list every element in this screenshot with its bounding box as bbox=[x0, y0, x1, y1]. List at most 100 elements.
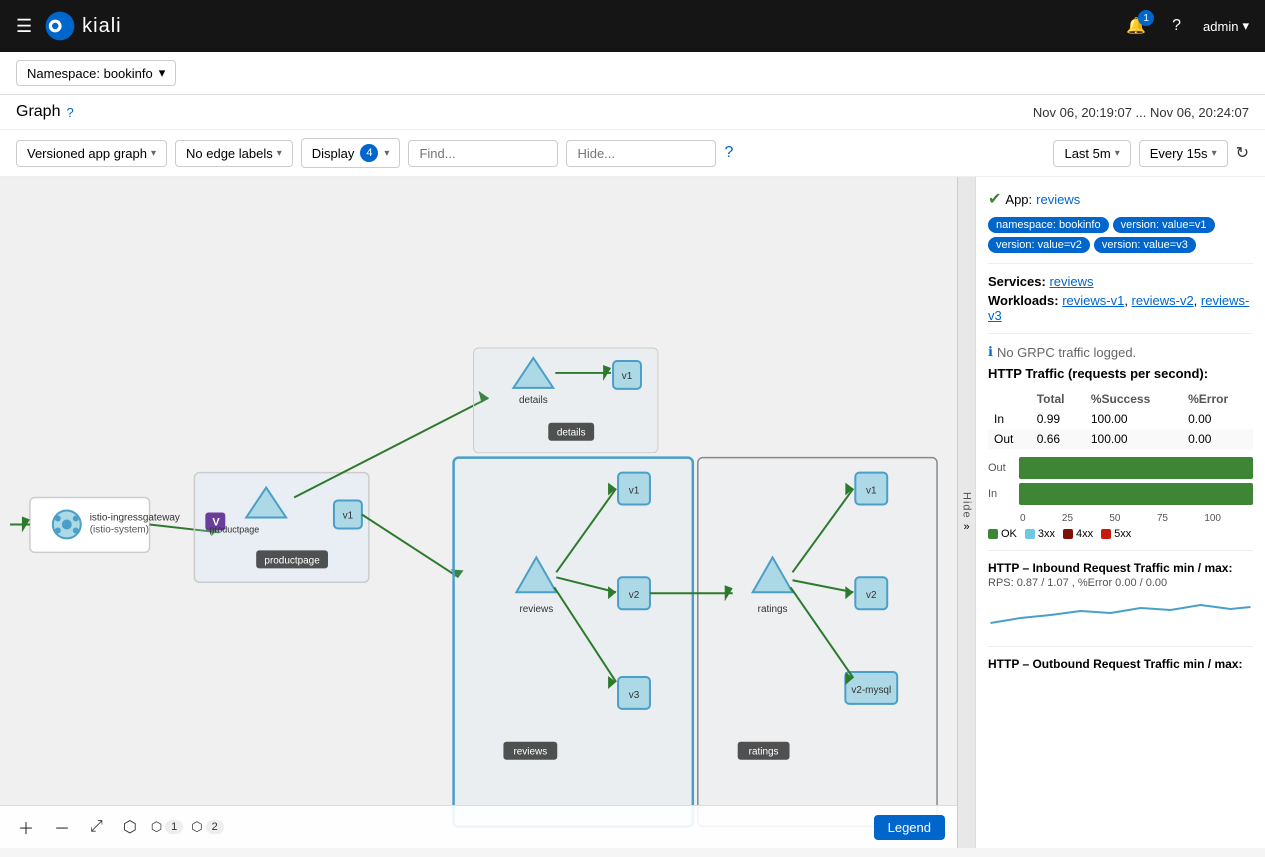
hamburger-menu[interactable]: ☰ bbox=[16, 16, 32, 37]
graph-help-icon[interactable]: ? bbox=[66, 105, 73, 120]
node-reviews-v1[interactable]: v1 bbox=[618, 473, 650, 505]
tag-namespace[interactable]: namespace: bookinfo bbox=[988, 217, 1109, 233]
svg-text:details: details bbox=[519, 395, 548, 406]
time-window-selector[interactable]: Last 5m ▾ bbox=[1053, 140, 1130, 167]
time-range-display: Nov 06, 20:19:07 ... Nov 06, 20:24:07 bbox=[1033, 105, 1249, 120]
node-filter-button[interactable]: ⬡ bbox=[117, 814, 143, 840]
graph-header: Graph ? Nov 06, 20:19:07 ... Nov 06, 20:… bbox=[0, 95, 1265, 130]
legend-ok-dot bbox=[988, 529, 998, 539]
node-details-v1[interactable]: v1 bbox=[613, 361, 641, 389]
svg-text:(istio-system): (istio-system) bbox=[90, 524, 149, 535]
svg-text:v2: v2 bbox=[866, 590, 877, 601]
graph-type-selector[interactable]: Versioned app graph ▾ bbox=[16, 140, 167, 167]
edge-labels-selector[interactable]: No edge labels ▾ bbox=[175, 140, 293, 167]
legend-3xx: 3xx bbox=[1025, 528, 1055, 540]
svg-text:v2: v2 bbox=[629, 590, 640, 601]
workloads-link-v1[interactable]: reviews-v1 bbox=[1062, 293, 1124, 308]
row-total-out: 0.66 bbox=[1031, 429, 1085, 449]
zoom-out-button[interactable]: － bbox=[48, 812, 76, 842]
legend-button[interactable]: Legend bbox=[874, 815, 945, 840]
svg-text:v2-mysql: v2-mysql bbox=[851, 685, 891, 696]
table-row-in: In 0.99 100.00 0.00 bbox=[988, 409, 1253, 429]
notification-badge: 1 bbox=[1138, 10, 1154, 26]
svg-text:ratings: ratings bbox=[749, 747, 779, 758]
svg-text:ratings: ratings bbox=[758, 604, 788, 615]
legend-4xx-label: 4xx bbox=[1076, 528, 1093, 540]
services-label: Services: bbox=[988, 274, 1046, 289]
node-badge-1: 1 bbox=[165, 820, 183, 834]
node-productpage-v1[interactable]: v1 bbox=[334, 501, 362, 529]
col-header-dir bbox=[988, 389, 1031, 409]
find-input[interactable] bbox=[408, 140, 558, 167]
namespace-selector[interactable]: Namespace: bookinfo ▾ bbox=[16, 60, 176, 86]
namespace-caret-icon: ▾ bbox=[159, 65, 166, 81]
chart-legend: OK 3xx 4xx 5xx bbox=[988, 528, 1253, 540]
grpc-info-icon: ℹ bbox=[988, 344, 993, 360]
inbound-sparkline-section: HTTP – Inbound Request Traffic min / max… bbox=[988, 561, 1253, 636]
tag-version-v1[interactable]: version: value=v1 bbox=[1113, 217, 1215, 233]
axis-0: 0 bbox=[1020, 513, 1026, 524]
legend-4xx-dot bbox=[1063, 529, 1073, 539]
axis-50: 50 bbox=[1109, 513, 1120, 524]
graph-title-group: Graph ? bbox=[16, 103, 74, 121]
app-status-header: ✔ App: reviews bbox=[988, 189, 1253, 209]
filter-help-icon[interactable]: ? bbox=[724, 144, 733, 162]
node-reviews-v2[interactable]: v2 bbox=[618, 577, 650, 609]
bar-out-label: Out bbox=[988, 462, 1013, 474]
refresh-caret: ▾ bbox=[1212, 148, 1217, 159]
tag-version-v2[interactable]: version: value=v2 bbox=[988, 237, 1090, 253]
bar-in-label: In bbox=[988, 488, 1013, 500]
legend-ok-label: OK bbox=[1001, 528, 1017, 540]
refresh-interval-label: Every 15s bbox=[1150, 146, 1208, 161]
refresh-button[interactable]: ↻ bbox=[1236, 143, 1249, 163]
legend-4xx: 4xx bbox=[1063, 528, 1093, 540]
kiali-brand-text: kiali bbox=[82, 15, 121, 38]
legend-5xx-label: 5xx bbox=[1114, 528, 1131, 540]
app-name-link[interactable]: reviews bbox=[1036, 192, 1080, 207]
notification-bell[interactable]: 🔔 1 bbox=[1126, 16, 1146, 36]
edge-labels-label: No edge labels bbox=[186, 146, 273, 161]
grpc-note-text: No GRPC traffic logged. bbox=[997, 345, 1136, 360]
refresh-interval-selector[interactable]: Every 15s ▾ bbox=[1139, 140, 1228, 167]
workloads-label: Workloads: bbox=[988, 293, 1059, 308]
row-error-out: 0.00 bbox=[1182, 429, 1253, 449]
display-selector[interactable]: Display 4 ▾ bbox=[301, 138, 401, 168]
row-total-in: 0.99 bbox=[1031, 409, 1085, 429]
node-count-2-button[interactable]: ⬡ 2 bbox=[191, 819, 223, 835]
help-button[interactable]: ? bbox=[1172, 17, 1181, 35]
username-label: admin bbox=[1203, 19, 1238, 34]
graph-bottom-toolbar: ＋ － ⤢ ⬡ ⬡ 1 ⬡ 2 Legend bbox=[0, 805, 957, 848]
row-dir-out: Out bbox=[988, 429, 1031, 449]
bar-out-container bbox=[1019, 457, 1253, 479]
graph-canvas[interactable]: istio-ingressgateway (istio-system) V pr… bbox=[0, 177, 957, 848]
node-ratings-v1[interactable]: v1 bbox=[855, 473, 887, 505]
hide-panel-toggle[interactable]: Hide » bbox=[957, 177, 975, 848]
bar-in-container bbox=[1019, 483, 1253, 505]
workloads-link-v2[interactable]: reviews-v2 bbox=[1132, 293, 1194, 308]
kiali-logo-icon bbox=[44, 10, 76, 42]
status-ok-icon: ✔ bbox=[988, 189, 1001, 209]
svg-text:productpage: productpage bbox=[264, 555, 320, 566]
node-ratings-v2[interactable]: v2 bbox=[855, 577, 887, 609]
fit-graph-button[interactable]: ⤢ bbox=[84, 815, 109, 839]
namespace-label: Namespace: bookinfo bbox=[27, 66, 153, 81]
legend-ok: OK bbox=[988, 528, 1017, 540]
node-count-1-button[interactable]: ⬡ 1 bbox=[151, 819, 183, 835]
app-label: App: bbox=[1005, 192, 1032, 207]
hide-input[interactable] bbox=[566, 140, 716, 167]
user-menu[interactable]: admin ▾ bbox=[1203, 18, 1249, 34]
svg-text:istio-ingressgateway: istio-ingressgateway bbox=[90, 512, 180, 523]
inbound-sparkline bbox=[988, 593, 1253, 633]
table-row-out: Out 0.66 100.00 0.00 bbox=[988, 429, 1253, 449]
tag-row-2: version: value=v2 version: value=v3 bbox=[988, 237, 1253, 253]
svg-text:v1: v1 bbox=[343, 510, 354, 521]
outbound-title: HTTP – Outbound Request Traffic min / ma… bbox=[988, 657, 1253, 671]
bar-out-ok bbox=[1019, 457, 1253, 479]
tag-version-v3[interactable]: version: value=v3 bbox=[1094, 237, 1196, 253]
time-window-label: Last 5m bbox=[1064, 146, 1110, 161]
display-count-badge: 4 bbox=[360, 144, 378, 162]
node-reviews-v3[interactable]: v3 bbox=[618, 677, 650, 709]
services-link-reviews[interactable]: reviews bbox=[1049, 274, 1093, 289]
axis-100: 100 bbox=[1204, 513, 1221, 524]
zoom-in-button[interactable]: ＋ bbox=[12, 812, 40, 842]
